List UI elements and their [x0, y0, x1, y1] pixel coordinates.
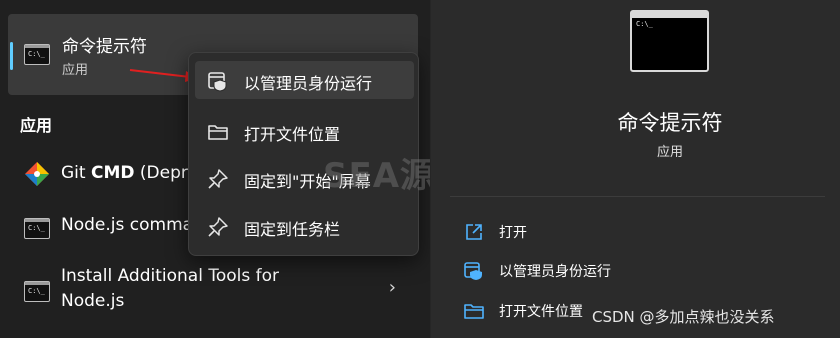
pin-icon	[208, 169, 228, 189]
best-match-subtitle: 应用	[62, 63, 89, 78]
csdn-watermark: CSDN @多加点辣也没关系	[592, 308, 775, 326]
admin-shield-icon	[208, 72, 227, 92]
apps-section-heading: 应用	[20, 116, 53, 135]
cmd-icon: C:\_	[24, 281, 50, 302]
action-label: 以管理员身份运行	[499, 264, 611, 280]
menu-item-run-as-admin[interactable]: 以管理员身份运行	[195, 61, 414, 99]
chevron-right-icon[interactable]: ›	[389, 277, 396, 298]
details-title: 命令提示符	[617, 111, 723, 135]
menu-item-label: 打开文件位置	[244, 125, 341, 144]
app-item-label: Node.js comma	[61, 215, 194, 235]
action-label: 打开文件位置	[499, 304, 583, 320]
pin-icon	[208, 217, 228, 237]
git-icon	[25, 162, 49, 186]
app-item-label: Git CMD (Depre	[61, 161, 198, 185]
action-open[interactable]: 打开	[464, 219, 824, 245]
menu-item-label: 固定到任务栏	[244, 220, 341, 239]
app-item-label-line2: Node.js	[61, 291, 125, 311]
details-subtitle: 应用	[656, 145, 683, 160]
menu-item-pin-to-taskbar[interactable]: 固定到任务栏	[195, 207, 414, 245]
divider	[450, 196, 825, 197]
menu-item-label: 以管理员身份运行	[244, 74, 373, 93]
menu-item-open-file-location[interactable]: 打开文件位置	[195, 112, 414, 150]
cmd-icon: C:\_	[24, 218, 50, 239]
admin-shield-icon	[464, 262, 482, 280]
action-label: 打开	[499, 225, 527, 241]
app-label-part: Git	[61, 163, 91, 183]
folder-icon	[464, 304, 484, 319]
folder-icon	[208, 125, 228, 140]
cmd-large-icon: C:\_	[630, 10, 709, 72]
app-item-install-tools[interactable]: C:\_ Install Additional Tools for Node.j…	[14, 264, 418, 316]
selection-indicator	[10, 42, 13, 70]
app-label-bold: CMD	[90, 163, 135, 183]
cmd-icon: C:\_	[24, 44, 50, 65]
open-external-icon	[466, 224, 482, 240]
action-run-as-admin[interactable]: 以管理员身份运行	[464, 258, 824, 284]
best-match-title: 命令提示符	[62, 37, 147, 57]
app-item-label-line1: Install Additional Tools for	[61, 266, 279, 286]
